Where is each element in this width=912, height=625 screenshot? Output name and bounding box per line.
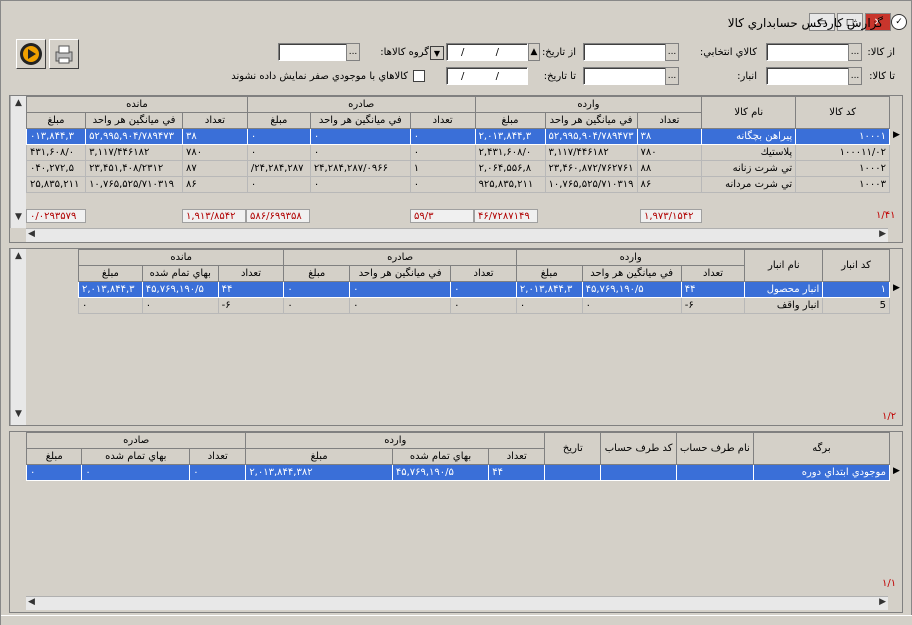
items-count: ۱/۴۱ [876, 210, 896, 221]
col-rem-amount[interactable]: مبلغ [78, 265, 143, 282]
documents-panel: برگه نام طرف حساب كد طرف حساب تاريخ وارد… [9, 431, 903, 613]
date-spin-button[interactable]: ▲ [528, 43, 540, 61]
window-title: گزارش كاردكس حسابداري كالا [727, 16, 883, 30]
warehouse-label: انبار: [737, 71, 757, 82]
col-in-cost[interactable]: بهاي تمام شده [391, 448, 490, 465]
col-in-qty[interactable]: تعداد [636, 112, 703, 129]
table-row[interactable]: موجودي ابتداي دوره ۴۴ ۴۵,۷۶۹,۱۹۰/۵ ۲,۰۱۳… [25, 464, 891, 481]
from-item-label: از كالا: [867, 47, 895, 58]
play-icon [20, 43, 42, 65]
selected-items-lookup-button[interactable]: ... [665, 43, 679, 61]
warehouse-lookup-button[interactable]: ... [665, 67, 679, 85]
col-out-qty[interactable]: تعداد [189, 448, 247, 465]
warehouses-panel: ▲ ▼ كد انبار نام انبار وارده صادره مانده… [9, 248, 903, 426]
selected-items-label: كالاي انتخابي: [699, 47, 757, 58]
col-rem-qty[interactable]: تعداد [182, 112, 248, 129]
col-out-avg[interactable]: في ميانگين هر واحد [309, 112, 411, 129]
to-item-lookup-button[interactable]: ... [848, 67, 862, 85]
group-rem: مانده [26, 96, 248, 113]
col-party-code[interactable]: كد طرف حساب [600, 432, 678, 465]
table-row[interactable]: ۱۰۰۰۳ تي شرت مردانه ۸۶ ۱۰,۷۶۵,۵۲۵/۷۱۰۳۱۹… [25, 176, 890, 193]
group-in: وارده [515, 249, 746, 266]
footer-rem-qty: ۱,۹۱۳/۸۵۴۲ [182, 209, 246, 223]
item-group-lookup-button[interactable]: ... [346, 43, 360, 61]
table-row[interactable]: ۱۰۰۰۱ پيراهن بچگانه ۳۸ ۵۲,۹۹۵,۹۰۴/۷۸۹۴۷۳… [25, 128, 890, 145]
zero-stock-label: كالاهاي با موجودي صفر نمايش داده نشوند [231, 71, 408, 82]
warehouses-count: ۱/۲ [882, 411, 897, 422]
from-item-lookup-button[interactable]: ... [848, 43, 862, 61]
footer-rem-amount: ۰/۰۲۹۳۵۷۹ [26, 209, 86, 223]
group-out: صادره [283, 249, 517, 266]
table-row[interactable]: ۱۰۰۰۲ تي شرت زنانه ۸۸ ۲۳,۴۶۰,۸۷۲/۷۶۲۷۶۱ … [25, 160, 890, 177]
print-button[interactable] [49, 39, 79, 69]
col-in-avg[interactable]: في ميانگين هر واحد [544, 112, 638, 129]
col-out-amount[interactable]: مبلغ [283, 265, 351, 282]
to-date-field[interactable]: / / [446, 67, 528, 85]
table-row[interactable]: ۱ انبار محصول ۴۴ ۴۵,۷۶۹,۱۹۰/۵ ۲,۰۱۳,۸۴۴,… [78, 281, 890, 298]
documents-hscroll[interactable]: ◀ ▶ [26, 596, 888, 610]
documents-table: برگه نام طرف حساب كد طرف حساب تاريخ وارد… [25, 432, 891, 481]
from-date-label: از تاريخ: [541, 47, 576, 58]
table-row[interactable]: ۱۰۰۰۱۱/۰۲ پلاستيك ۷۸۰ ۳,۱۱۷/۴۴۶۱۸۲ ۲,۴۳۱… [25, 144, 890, 161]
col-rem-avg[interactable]: في ميانگين هر واحد [85, 112, 184, 129]
warehouses-table: كد انبار نام انبار وارده صادره مانده تعد… [77, 249, 890, 314]
col-out-amount[interactable]: مبلغ [246, 112, 311, 129]
col-out-qty[interactable]: تعداد [450, 265, 517, 282]
items-hscroll[interactable]: ◀ ▶ [26, 228, 888, 242]
col-rem-qty[interactable]: تعداد [217, 265, 285, 282]
item-group-label: گروه كالاها: [380, 47, 429, 58]
col-item-code[interactable]: كد كالا [795, 96, 890, 129]
col-in-avg[interactable]: في ميانگين هر واحد [581, 265, 682, 282]
item-group-dropdown[interactable]: ▼ [430, 46, 444, 60]
group-rem: مانده [77, 249, 285, 266]
from-date-field[interactable]: / / [446, 43, 528, 61]
group-in: وارده [245, 432, 546, 449]
footer-in-amount: ۴۶/۷۲۸۷۱۴۹ [474, 209, 538, 223]
group-out: صادره [25, 432, 247, 449]
group-in: وارده [474, 96, 703, 113]
footer-in-qty: ۱,۹۷۳/۱۵۴۲ [640, 209, 702, 223]
documents-count: ۱/۱ [882, 578, 897, 589]
group-out: صادره [246, 96, 476, 113]
col-rem-cost[interactable]: بهاي تمام شده [141, 265, 219, 282]
col-sheet[interactable]: برگه [752, 432, 891, 465]
row-pointer-icon: ▶ [893, 130, 900, 140]
col-warehouse-code[interactable]: كد انبار [822, 249, 890, 282]
row-pointer-icon: ▶ [893, 283, 900, 293]
to-item-label: تا كالا: [869, 71, 895, 82]
col-in-amount[interactable]: مبلغ [245, 448, 393, 465]
items-vscroll[interactable]: ▲ ▼ [10, 96, 26, 228]
run-report-button[interactable] [16, 39, 46, 69]
col-in-amount[interactable]: مبلغ [515, 265, 583, 282]
printer-icon [55, 45, 73, 64]
col-out-amount[interactable]: مبلغ [25, 448, 83, 465]
to-date-label: تا تاريخ: [543, 71, 576, 82]
col-item-name[interactable]: نام كالا [701, 96, 797, 129]
col-in-amount[interactable]: مبلغ [474, 112, 546, 129]
col-party-name[interactable]: نام طرف حساب [676, 432, 754, 465]
footer-out-qty: ۵۹/۳ [410, 209, 474, 223]
main-window: ▭ ◻ ✕ گزارش كاردكس حسابداري كالا ✓ از كا… [0, 0, 912, 625]
col-rem-amount[interactable]: مبلغ [25, 112, 87, 129]
col-out-avg[interactable]: في ميانگين هر واحد [349, 265, 452, 282]
col-out-cost[interactable]: بهاي تمام شده [81, 448, 191, 465]
warehouses-vscroll[interactable]: ▲ ▼ [10, 249, 26, 425]
col-in-qty[interactable]: تعداد [488, 448, 546, 465]
table-row[interactable]: 5 انبار واقف ۶- ۰ ۰ ۰ ۰ ۰ ۶- ۰ ۰ [78, 297, 890, 314]
zero-stock-checkbox[interactable] [413, 70, 425, 82]
col-in-qty[interactable]: تعداد [680, 265, 746, 282]
col-date[interactable]: تاريخ [544, 432, 602, 465]
items-panel: ▲ ▼ كد كالا نام كالا وارده صادره مانده ت… [9, 95, 903, 243]
col-out-qty[interactable]: تعداد [409, 112, 476, 129]
footer-out-amount: ۵۸۶/۶۹۹۳۵۸ [246, 209, 310, 223]
app-icon: ✓ [891, 14, 907, 30]
col-warehouse-name[interactable]: نام انبار [744, 249, 824, 282]
row-pointer-icon: ▶ [893, 466, 900, 476]
items-table: كد كالا نام كالا وارده صادره مانده تعداد… [25, 96, 890, 193]
status-bar [1, 615, 912, 625]
